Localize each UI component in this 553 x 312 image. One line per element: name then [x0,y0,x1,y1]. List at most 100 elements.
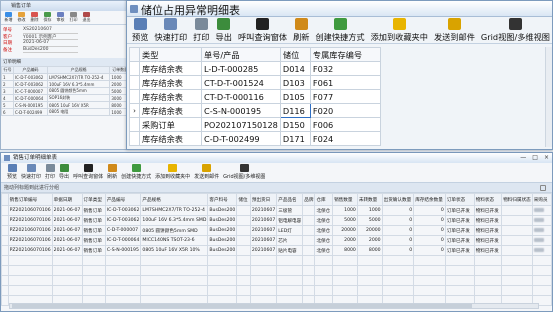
table-cell[interactable]: 销售订单 [81,235,106,246]
table-cell[interactable]: 贴片电容 [276,245,304,256]
table-cell[interactable]: BusDes200 [207,215,238,226]
table-row[interactable]: 库存结余表 C-D-T-002499 D171 F024 [129,131,381,146]
cell-type[interactable]: 库存结余表 [139,103,202,118]
table-cell[interactable]: BusDes200 [207,245,238,256]
table-cell-obscured[interactable] [531,245,553,256]
vertical-scrollbar[interactable] [545,47,552,147]
table-cell[interactable]: 1000 [356,205,383,216]
table-cell-obscured[interactable] [531,235,553,246]
bg-tool-button[interactable]: 退出 [81,12,92,23]
toolbar-mail-button[interactable]: 发送到邮件 [431,17,478,43]
cell-code[interactable]: C-S-N-000195 [201,103,281,118]
cell-slot[interactable]: D014 [279,61,311,76]
cell-stock[interactable]: F020 [309,103,381,118]
cell-code[interactable]: CT-D-T-001524 [201,75,281,90]
bg-tool-button[interactable]: 保存 [42,12,53,23]
table-cell[interactable]: BusDes200 [207,235,238,246]
table-cell[interactable]: PZ202106070106 [7,245,53,256]
table-row[interactable]: PZ202106070106 2021-06-07 销售订单 C-D-T-000007… [1,225,553,236]
bg-column-header[interactable]: 产品编码 [12,66,48,74]
group-by-panel[interactable]: 拖动列标题到此进行分组 [1,183,552,193]
table-cell[interactable]: 1000 [332,205,358,216]
table-cell[interactable]: MICC140NS TSOT-23-6 [140,235,209,246]
table-cell[interactable]: 5000 [332,215,358,226]
table-cell[interactable]: 5000 [356,215,383,226]
column-header[interactable]: 采购员 [531,193,553,206]
table-cell[interactable] [236,235,251,246]
table-cell[interactable]: 0 [381,205,415,216]
table-cell[interactable]: 0 [413,215,446,226]
table-cell[interactable] [236,215,251,226]
table-cell[interactable]: LED灯 [276,225,304,236]
table-cell[interactable]: 订单已开发 [444,245,475,256]
bg-table-row[interactable]: 3 IC-C-T-000007 0805 圆饼颜色5mm 5000 [1,87,131,95]
table-cell[interactable]: 20210607 [249,245,278,256]
table-cell[interactable]: 0805 10uF 16V X5R 10% [140,245,209,256]
table-row[interactable]: 库存结余表 CT-D-T-000116 D105 F077 [129,89,381,104]
table-cell[interactable]: 北保仓 [314,235,334,246]
bottom-toolbar-button[interactable]: 预览 [5,164,19,181]
cell-type[interactable]: 库存结余表 [139,89,202,104]
table-cell[interactable]: BusDes200 [207,205,238,216]
toolbar-refresh-button[interactable]: 刷新 [290,17,312,43]
table-cell[interactable]: 北保仓 [314,245,334,256]
table-cell[interactable]: 铝电解电容 [276,215,304,226]
column-header[interactable]: 物料归属状态 [501,193,533,206]
table-cell[interactable]: 物料已开发 [473,225,503,236]
toolbar-print-button[interactable]: 打印 [190,17,212,43]
bg-table-row[interactable]: 4 IC-D-T-000064 SOP16封装 3000 [1,94,131,102]
table-cell[interactable]: 销售订单 [81,245,106,256]
toolbar-favorite-star-button[interactable]: 添加到收藏夹中 [368,17,431,43]
minimize-icon[interactable]: — [520,153,526,163]
table-cell[interactable]: 20210607 [249,235,278,246]
table-cell[interactable]: 0 [413,205,446,216]
table-cell[interactable]: 三极管 [276,205,304,216]
table-cell[interactable] [501,215,533,226]
table-cell[interactable]: LM7SHMC2X7/TR TO-252-4 [140,205,209,216]
column-header[interactable]: 预出货日 [249,193,278,206]
table-cell[interactable]: 8000 [332,245,358,256]
table-cell[interactable]: 20210607 [249,215,278,226]
column-header[interactable]: 销售订单编号 [7,193,53,206]
table-row[interactable]: PZ202106070106 2021-06-07 销售订单 C-S-N-000195… [1,245,553,256]
cell-stock[interactable]: F006 [309,117,381,132]
table-cell[interactable]: 2021-06-07 [51,235,83,246]
column-header[interactable]: 库存结余数量 [413,193,446,206]
column-header[interactable]: 销售数量 [332,193,358,206]
column-header[interactable]: 品牌 [302,193,316,206]
table-cell[interactable] [501,245,533,256]
table-cell[interactable] [302,235,316,246]
column-header[interactable]: 单号/产品 [201,47,281,62]
bg-tool-button[interactable]: 打印 [68,12,79,23]
table-cell[interactable]: PZ202106070106 [7,215,53,226]
bg-form-field[interactable]: BusDes200 [23,47,78,53]
toolbar-shortcut-button[interactable]: 创建快捷方式 [312,17,367,43]
column-header[interactable]: 单据日期 [51,193,83,206]
table-cell[interactable]: C-S-N-000195 [104,245,142,256]
bg-tool-button[interactable]: 删除 [29,12,40,23]
table-cell[interactable]: 0805 圆饼颜色5mm SMD [140,225,209,236]
scrollbar-thumb[interactable] [12,304,472,308]
table-cell[interactable]: 20210607 [249,225,278,236]
table-cell[interactable]: PZ202106070106 [7,235,53,246]
table-cell[interactable]: PZ202106070106 [7,225,53,236]
cell-code[interactable]: L-D-T-000285 [201,61,281,76]
table-cell[interactable]: 2021-06-07 [51,225,83,236]
table-cell[interactable]: PZ202106070106 [7,205,53,216]
column-header[interactable]: 类型 [139,47,202,62]
cell-stock[interactable]: F024 [309,131,381,146]
table-cell[interactable]: 0 [381,245,415,256]
table-cell[interactable]: 8000 [356,245,383,256]
bg-tool-button[interactable]: 新增 [3,12,14,23]
column-header[interactable]: 仓库 [314,193,334,206]
column-header[interactable]: 出货确认数量 [381,193,415,206]
cell-type[interactable]: 库存结余表 [139,61,202,76]
table-cell[interactable]: 订单已开发 [444,215,475,226]
table-cell[interactable]: 销售订单 [81,225,106,236]
pin-icon[interactable] [540,185,546,191]
close-icon[interactable]: × [544,153,549,163]
table-cell[interactable] [236,205,251,216]
bottom-toolbar-button[interactable]: 发送到邮件 [192,164,221,181]
table-cell[interactable] [501,225,533,236]
table-row[interactable]: PZ202106070106 2021-06-07 销售订单 IC-D-T-00006… [1,235,553,246]
